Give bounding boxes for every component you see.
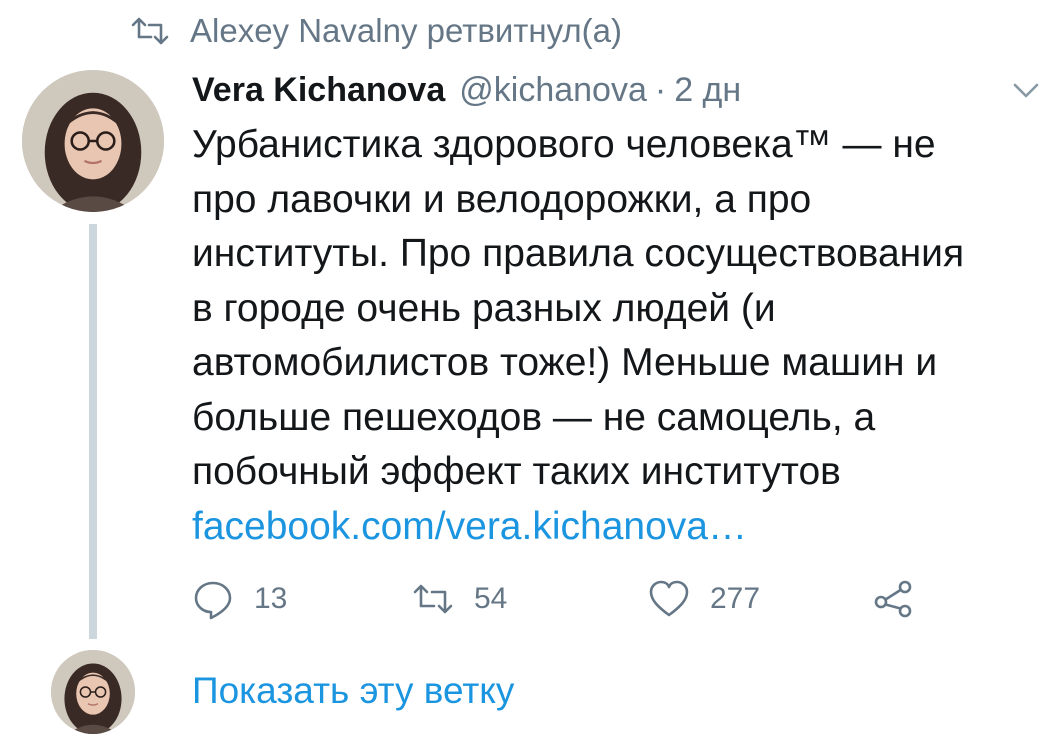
retweet-context-text: Alexey Navalny ретвитнул(а)	[190, 12, 622, 49]
thread-connector-line	[89, 224, 97, 639]
like-button[interactable]: 277	[648, 574, 760, 624]
tweet-actions: 13 54 277	[192, 574, 932, 624]
chevron-down-icon[interactable]	[1012, 82, 1040, 100]
tweet-text: Урбанистика здорового человека™ — не про…	[192, 118, 1042, 554]
tweet-header: Vera Kichanova @kichanova · 2 дн	[192, 68, 741, 112]
retweet-context[interactable]: Alexey Navalny ретвитнул(а)	[130, 8, 622, 54]
avatar-photo	[51, 650, 135, 734]
tweet-text-line: институты. Про правила сосуществования	[192, 232, 965, 275]
retweet-count: 54	[474, 582, 508, 615]
heart-icon	[649, 580, 689, 617]
tweet-text-line: в городе очень разных людей (и	[192, 286, 776, 330]
like-count: 277	[710, 582, 761, 615]
tweet-text-line: про лавочки и велодорожки, а про	[192, 177, 812, 221]
tweet-timestamp[interactable]: 2 дн	[674, 71, 741, 110]
share-button[interactable]	[872, 574, 934, 624]
tweet-text-line: Урбанистика здорового человека™ — не	[192, 123, 936, 166]
retweet-button[interactable]: 54	[412, 574, 507, 624]
show-thread-link[interactable]: Показать эту ветку	[192, 670, 514, 712]
author-avatar[interactable]	[22, 70, 164, 212]
reply-icon	[194, 581, 232, 620]
thread-avatar[interactable]	[51, 650, 135, 734]
tweet-link[interactable]: facebook.com/vera.kichanova…	[192, 500, 1042, 555]
reply-count: 13	[254, 582, 288, 615]
tweet-text-line: автомобилистов тоже!) Меньше машин и	[192, 341, 938, 384]
avatar-photo	[22, 70, 164, 212]
tweet-text-line: побочный эффект таких институтов	[192, 450, 841, 493]
tweet-text-line: больше пешеходов — не самоцель, а	[192, 395, 876, 439]
header-separator: ·	[654, 70, 667, 109]
retweet-icon	[131, 17, 169, 45]
share-icon	[874, 580, 912, 618]
retweet-icon	[413, 584, 453, 614]
author-name[interactable]: Vera Kichanova	[192, 71, 445, 110]
reply-button[interactable]: 13	[192, 574, 287, 624]
author-handle[interactable]: @kichanova	[459, 71, 647, 110]
